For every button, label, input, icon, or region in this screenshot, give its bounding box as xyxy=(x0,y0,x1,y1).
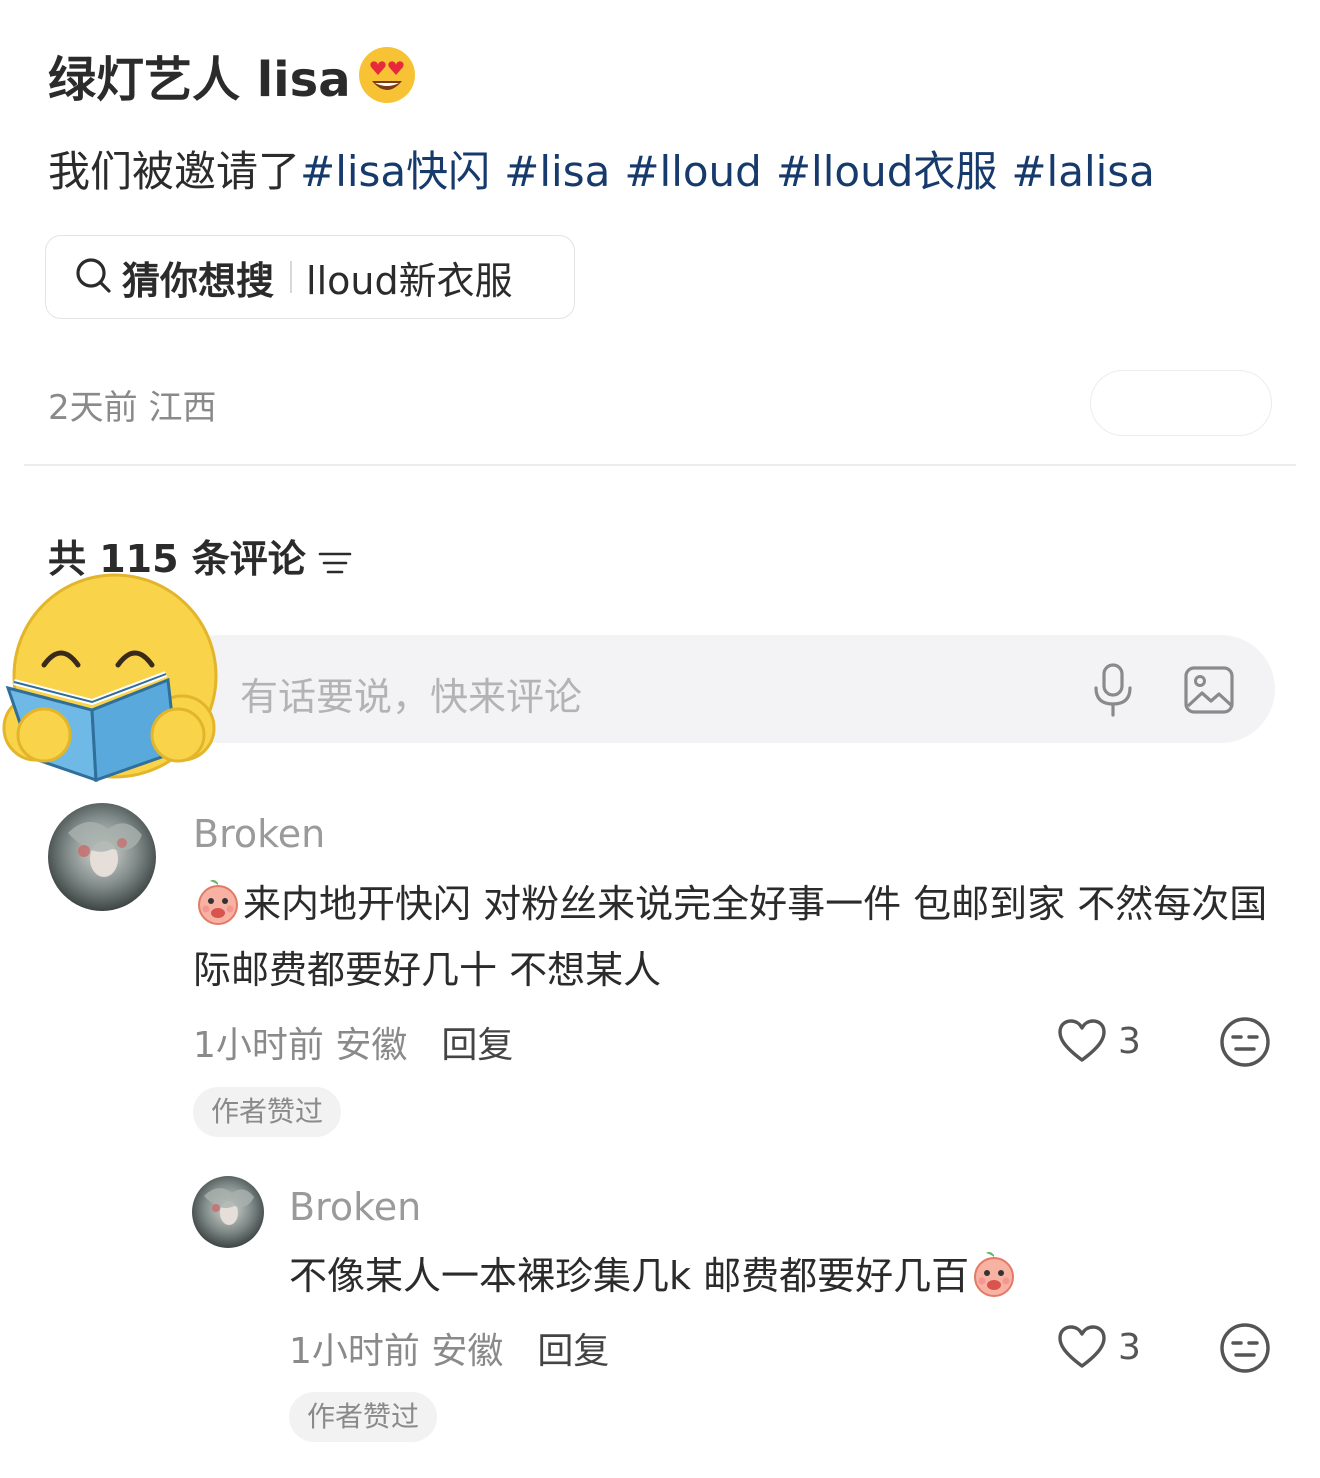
sort-lines-icon[interactable] xyxy=(318,542,352,573)
peach-emoji-icon xyxy=(969,1249,1019,1299)
post-body-text: 我们被邀请了 xyxy=(48,147,301,196)
comment-meta: 1小时前 安徽 回复 xyxy=(193,1016,513,1068)
hashtag-link[interactable]: #lisa xyxy=(504,147,610,196)
search-suggestion-button[interactable]: 猜你想搜 lloud新衣服 xyxy=(45,235,575,319)
post-body: 我们被邀请了#lisa快闪 #lisa #lloud #lloud衣服 #lalisa xyxy=(48,138,1155,199)
faded-button[interactable] xyxy=(1090,370,1272,436)
heart-eyes-emoji-icon xyxy=(357,45,417,105)
search-icon xyxy=(74,256,112,298)
comment-text-body: 不像某人一本裸珍集几k 邮费都要好几百 xyxy=(289,1254,970,1298)
author-liked-badge: 作者赞过 xyxy=(193,1087,342,1137)
meh-face-icon[interactable] xyxy=(1219,1322,1271,1374)
post-title: 绿灯艺人 lisa xyxy=(48,40,417,110)
avatar[interactable] xyxy=(48,803,156,911)
peach-emoji-icon xyxy=(193,877,243,927)
like-count: 3 xyxy=(1118,1327,1141,1368)
heart-outline-icon[interactable] xyxy=(1057,1324,1107,1370)
comment-time-location: 1小时前 安徽 xyxy=(289,1331,504,1372)
comment-username[interactable]: Broken xyxy=(193,812,325,856)
comment-meta: 1小时前 安徽 回复 xyxy=(289,1322,609,1374)
author-liked-badge: 作者赞过 xyxy=(289,1392,438,1442)
like-count: 3 xyxy=(1118,1021,1141,1062)
meh-face-icon[interactable] xyxy=(1219,1016,1271,1068)
comment-text: 不像某人一本裸珍集几k 邮费都要好几百 xyxy=(289,1243,1269,1309)
post-meta: 2天前 江西 xyxy=(48,388,217,428)
hashtag-link[interactable]: #lloud衣服 xyxy=(776,147,998,196)
hashtag-link[interactable]: #lisa快闪 xyxy=(300,147,490,196)
comment-text-body: 来内地开快闪 对粉丝来说完全好事一件 包邮到家 不然每次国际邮费都要好几十 不想… xyxy=(193,882,1268,992)
comment-text: 来内地开快闪 对粉丝来说完全好事一件 包邮到家 不然每次国际邮费都要好几十 不想… xyxy=(193,871,1273,1003)
comment-username[interactable]: Broken xyxy=(289,1185,421,1229)
post-title-text: 绿灯艺人 lisa xyxy=(48,52,351,108)
search-suggestion-keyword: lloud新衣服 xyxy=(306,258,513,303)
comment-input-placeholder: 有话要说，快来评论 xyxy=(240,675,583,719)
microphone-icon[interactable] xyxy=(1090,662,1136,718)
divider xyxy=(24,464,1296,466)
image-icon[interactable] xyxy=(1182,664,1236,716)
comment-time-location: 1小时前 安徽 xyxy=(193,1025,408,1066)
heart-outline-icon[interactable] xyxy=(1057,1018,1107,1064)
search-suggestion-label: 猜你想搜 xyxy=(122,258,275,303)
reading-emoji-sticker xyxy=(0,570,225,785)
divider xyxy=(290,261,293,293)
hashtag-link[interactable]: #lalisa xyxy=(1011,147,1155,196)
avatar[interactable] xyxy=(192,1176,264,1248)
reply-button[interactable]: 回复 xyxy=(441,1025,513,1066)
reply-button[interactable]: 回复 xyxy=(537,1331,609,1372)
hashtag-link[interactable]: #lloud xyxy=(624,147,762,196)
